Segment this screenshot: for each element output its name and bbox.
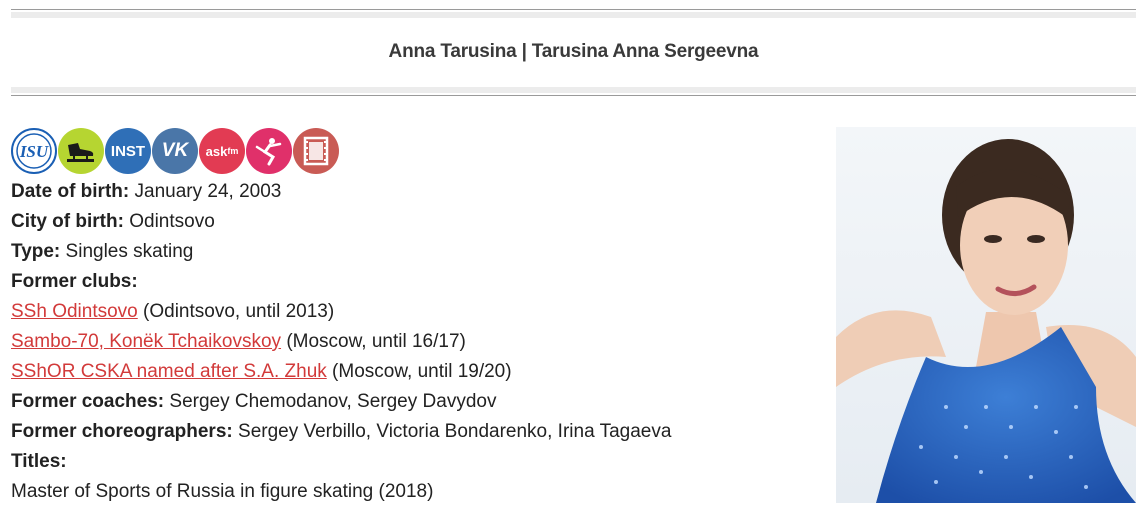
- club-note: (Odintsovo, until 2013): [143, 301, 335, 322]
- city-value: Odintsovo: [129, 211, 215, 232]
- choreographers-row: Former choreographers: Sergey Verbillo, …: [11, 417, 671, 447]
- titles-row: Titles:: [11, 447, 671, 477]
- instagram-label: INST: [110, 142, 146, 160]
- city-label: City of birth:: [11, 211, 124, 232]
- clubs-label: Former clubs:: [11, 271, 138, 292]
- coaches-label: Former coaches:: [11, 391, 165, 412]
- clubs-row: Former clubs:: [11, 267, 671, 297]
- bottom-band: [11, 87, 1136, 93]
- type-row: Type: Singles skating: [11, 237, 671, 267]
- profile-info: Date of birth: January 24, 2003 City of …: [11, 177, 671, 507]
- type-label: Type:: [11, 241, 61, 262]
- dob-label: Date of birth:: [11, 181, 130, 202]
- skater-icon[interactable]: [246, 128, 292, 174]
- askfm-icon[interactable]: ask fm: [199, 128, 245, 174]
- bottom-divider: [11, 95, 1136, 96]
- top-band: [11, 12, 1136, 18]
- club-note: (Moscow, until 19/20): [332, 361, 512, 382]
- type-value: Singles skating: [65, 241, 194, 262]
- club-item: SSh Odintsovo (Odintsovo, until 2013): [11, 297, 671, 327]
- club-link[interactable]: SShOR CSKA named after S.A. Zhuk: [11, 361, 327, 382]
- askfm-label: ask: [205, 143, 228, 159]
- choreographers-value: Sergey Verbillo, Victoria Bondarenko, Ir…: [238, 421, 672, 442]
- social-icons-bar: ISU INST VK ask fm: [11, 128, 339, 174]
- top-divider: [11, 9, 1136, 10]
- title-value: Master of Sports of Russia in figure ska…: [11, 481, 434, 502]
- club-link[interactable]: Sambo-70, Konëk Tchaikovskoy: [11, 331, 281, 352]
- skate-icon[interactable]: [58, 128, 104, 174]
- titles-label: Titles:: [11, 451, 67, 472]
- dob-row: Date of birth: January 24, 2003: [11, 177, 671, 207]
- vk-icon[interactable]: VK: [152, 128, 198, 174]
- athlete-photo: [836, 127, 1136, 503]
- coaches-row: Former coaches: Sergey Chemodanov, Serge…: [11, 387, 671, 417]
- coaches-value: Sergey Chemodanov, Sergey Davydov: [169, 391, 497, 412]
- city-row: City of birth: Odintsovo: [11, 207, 671, 237]
- video-icon[interactable]: [293, 128, 339, 174]
- isu-icon[interactable]: ISU: [11, 128, 57, 174]
- page-title: Anna Tarusina | Tarusina Anna Sergeevna: [388, 41, 759, 62]
- club-note: (Moscow, until 16/17): [286, 331, 466, 352]
- club-item: Sambo-70, Konëk Tchaikovskoy (Moscow, un…: [11, 327, 671, 357]
- svg-text:ISU: ISU: [19, 142, 49, 161]
- club-item: SShOR CSKA named after S.A. Zhuk (Moscow…: [11, 357, 671, 387]
- dob-value: January 24, 2003: [134, 181, 282, 202]
- club-link[interactable]: SSh Odintsovo: [11, 301, 138, 322]
- vk-label: VK: [161, 140, 189, 161]
- instagram-icon[interactable]: INST: [105, 128, 151, 174]
- choreographers-label: Former choreographers:: [11, 421, 233, 442]
